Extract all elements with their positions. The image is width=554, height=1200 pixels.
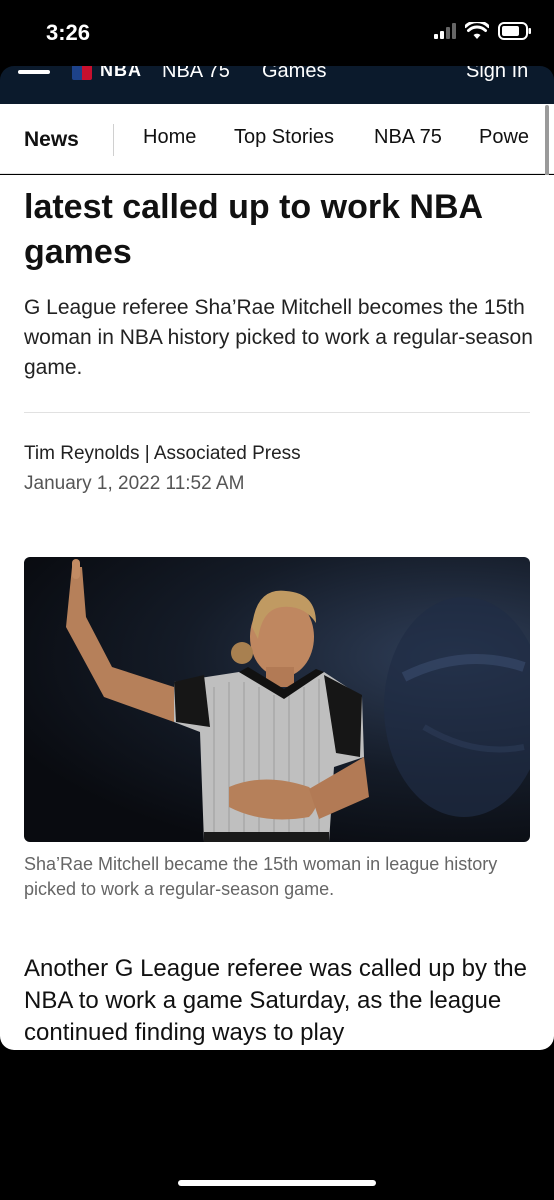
- header-link-nba75[interactable]: NBA 75: [162, 66, 230, 83]
- status-icons: [434, 22, 532, 40]
- wifi-icon: [465, 22, 489, 39]
- status-bar: 3:26: [0, 0, 554, 66]
- nav-divider: [113, 124, 114, 156]
- referee-photo: [66, 559, 530, 842]
- nba-logo-mark: [72, 66, 92, 80]
- nav-item-top-stories[interactable]: Top Stories: [234, 126, 334, 149]
- menu-icon[interactable]: [18, 70, 50, 74]
- article: latest called up to work NBA games G Lea…: [0, 175, 554, 1050]
- nba-logo-text: NBA: [100, 66, 142, 80]
- article-subhead: G League referee Sha’Rae Mitchell become…: [24, 296, 533, 379]
- cellular-signal-icon: [434, 23, 456, 39]
- article-divider: [24, 412, 530, 413]
- status-time: 3:26: [46, 20, 91, 45]
- site-header: NBA NBA 75 Games Sign In: [0, 66, 554, 104]
- sign-in-link[interactable]: Sign In: [466, 66, 528, 83]
- secondary-nav: News Home Top Stories NBA 75 Powe: [0, 104, 554, 174]
- nba-logo[interactable]: NBA: [72, 66, 142, 81]
- image-caption: Sha’Rae Mitchell became the 15th woman i…: [24, 854, 498, 899]
- nav-section-title[interactable]: News: [24, 128, 79, 152]
- nav-item-power-rankings[interactable]: Powe: [479, 126, 529, 149]
- article-date: January 1, 2022 11:52 AM: [24, 473, 245, 494]
- header-link-games[interactable]: Games: [262, 66, 326, 83]
- home-indicator[interactable]: [178, 1180, 376, 1186]
- battery-icon: [498, 22, 531, 40]
- article-hero-image[interactable]: [24, 557, 530, 842]
- article-body: Another G League referee was called up b…: [24, 955, 527, 1046]
- article-byline[interactable]: Tim Reynolds | Associated Press: [24, 443, 301, 465]
- nav-item-nba75[interactable]: NBA 75: [374, 126, 442, 149]
- nav-item-home[interactable]: Home: [143, 126, 196, 149]
- article-headline: latest called up to work NBA games: [24, 188, 482, 271]
